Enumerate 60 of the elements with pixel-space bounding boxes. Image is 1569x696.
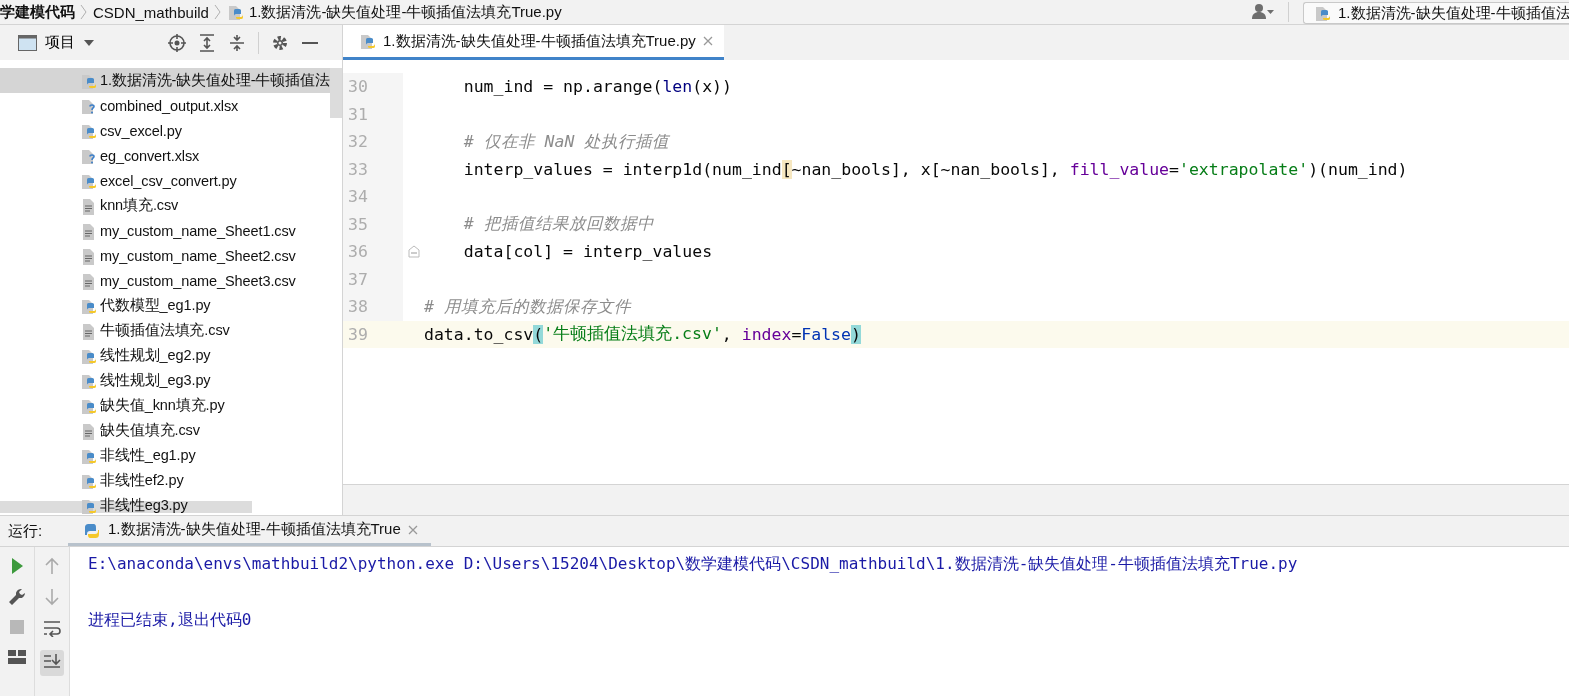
code-line: data.to_csv('牛顿插值法填充.csv', index=False) xyxy=(424,323,861,346)
line-number: 32 xyxy=(343,128,403,156)
file-tree-item[interactable]: 非线性_eg1.py xyxy=(0,443,330,468)
file-tree-item[interactable]: 非线性eg3.py xyxy=(0,493,330,515)
console-output-line: E:\anaconda\envs\mathbuild2\python.exe D:\Users\15204\Desktop\数学建模代码\CSDN_mathbuild\1.数据清洗-缺失值处理-牛顿插值法填充True.py xyxy=(88,553,1298,575)
run-icon[interactable] xyxy=(9,557,25,575)
user-icon[interactable] xyxy=(1252,1,1274,20)
breadcrumb-item[interactable]: CSDN_mathbuild xyxy=(93,3,209,21)
scrollbar-thumb[interactable] xyxy=(330,68,342,118)
breadcrumb-item[interactable]: 学建模代码 xyxy=(0,2,75,22)
line-number: 33 xyxy=(343,155,403,183)
code-line: # 仅在非 NaN 处执行插值 xyxy=(462,130,670,153)
close-icon[interactable] xyxy=(701,35,714,47)
settings-icon[interactable] xyxy=(271,33,289,52)
file-tree-item[interactable]: 线性规划_eg2.py xyxy=(0,343,330,368)
dropdown-arrow-icon xyxy=(83,38,95,47)
line-number: 31 xyxy=(343,100,403,128)
file-tree-item[interactable]: 牛顿插值法填充.csv xyxy=(0,318,330,343)
wrench-icon[interactable] xyxy=(8,588,26,606)
run-panel-label: 运行: xyxy=(7,520,44,541)
editor-tab[interactable]: 1.数据清洗-缺失值处理-牛顿插值法填充True.py xyxy=(343,25,724,60)
line-number: 36 xyxy=(343,238,403,266)
code-line: data[col] = interp_values xyxy=(462,241,713,264)
file-tree-item[interactable]: my_custom_name_Sheet3.csv xyxy=(0,268,330,293)
file-tree-item[interactable]: my_custom_name_Sheet2.csv xyxy=(0,243,330,268)
code-line: num_ind = np.arange(len(x)) xyxy=(462,76,732,99)
file-tree-item[interactable]: 缺失值_knn填充.py xyxy=(0,393,330,418)
line-number: 34 xyxy=(343,183,403,211)
line-number: 35 xyxy=(343,210,403,238)
window-icon xyxy=(18,33,37,52)
file-tree-item[interactable]: 1.数据清洗-缺失值处理-牛顿插值法 xyxy=(0,68,330,93)
code-line: # 把插值结果放回数据中 xyxy=(462,213,654,236)
close-icon[interactable] xyxy=(406,523,419,536)
file-tree-item[interactable]: eg_convert.xlsx xyxy=(0,143,330,168)
file-tree-item[interactable]: 非线性ef2.py xyxy=(0,468,330,493)
file-tree-item[interactable]: csv_excel.py xyxy=(0,118,330,143)
code-line: # 用填充后的数据保存文件 xyxy=(424,295,631,318)
file-tree-item[interactable]: excel_csv_convert.py xyxy=(0,168,330,193)
line-number: 38 xyxy=(343,293,403,321)
layout-icon[interactable] xyxy=(8,648,26,666)
console-output-line: 进程已结束,退出代码0 xyxy=(88,609,253,631)
file-tree-item[interactable]: 线性规划_eg3.py xyxy=(0,368,330,393)
locate-icon[interactable] xyxy=(168,33,186,52)
file-tree-item[interactable]: my_custom_name_Sheet1.csv xyxy=(0,218,330,243)
soft-wrap-icon[interactable] xyxy=(43,619,61,637)
file-tree-item[interactable]: 缺失值填充.csv xyxy=(0,418,330,443)
fold-marker-icon[interactable] xyxy=(407,245,420,259)
file-tree-item[interactable]: combined_output.xlsx xyxy=(0,93,330,118)
line-number: 37 xyxy=(343,265,403,293)
chevron-icon xyxy=(212,3,223,21)
code-line: interp_values = interp1d(num_ind[~nan_bools], x[~nan_bools], fill_value='extrapolate')(num_ind) xyxy=(462,158,1408,181)
expand-all-icon[interactable] xyxy=(198,33,216,52)
chevron-icon xyxy=(79,3,89,21)
breadcrumb-item[interactable]: 1.数据清洗-缺失值处理-牛顿插值法填充True.py xyxy=(248,2,562,22)
file-tree-item[interactable]: knn填充.csv xyxy=(0,193,330,218)
file-tree-item[interactable]: 代数模型_eg1.py xyxy=(0,293,330,318)
line-number: 30 xyxy=(343,73,403,101)
collapse-all-icon[interactable] xyxy=(228,33,246,52)
scroll-to-end-icon[interactable] xyxy=(43,653,61,669)
run-tab[interactable]: 1.数据清洗-缺失值处理-牛顿插值法填充True xyxy=(68,516,431,546)
